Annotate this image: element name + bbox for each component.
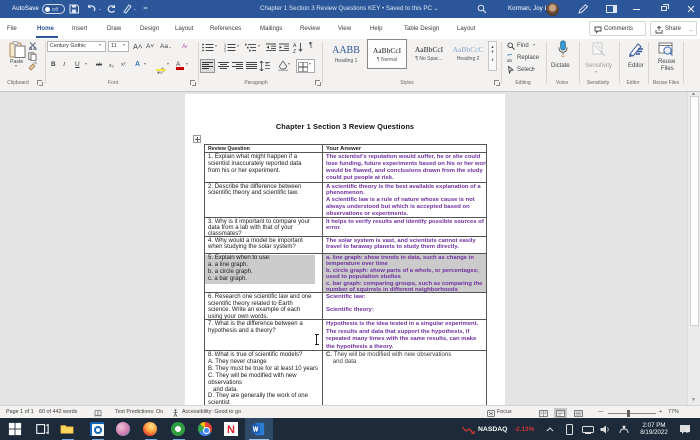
svg-text:3: 3 xyxy=(224,49,226,52)
svg-text:ab: ab xyxy=(507,58,513,62)
svg-text:Z: Z xyxy=(293,49,296,53)
